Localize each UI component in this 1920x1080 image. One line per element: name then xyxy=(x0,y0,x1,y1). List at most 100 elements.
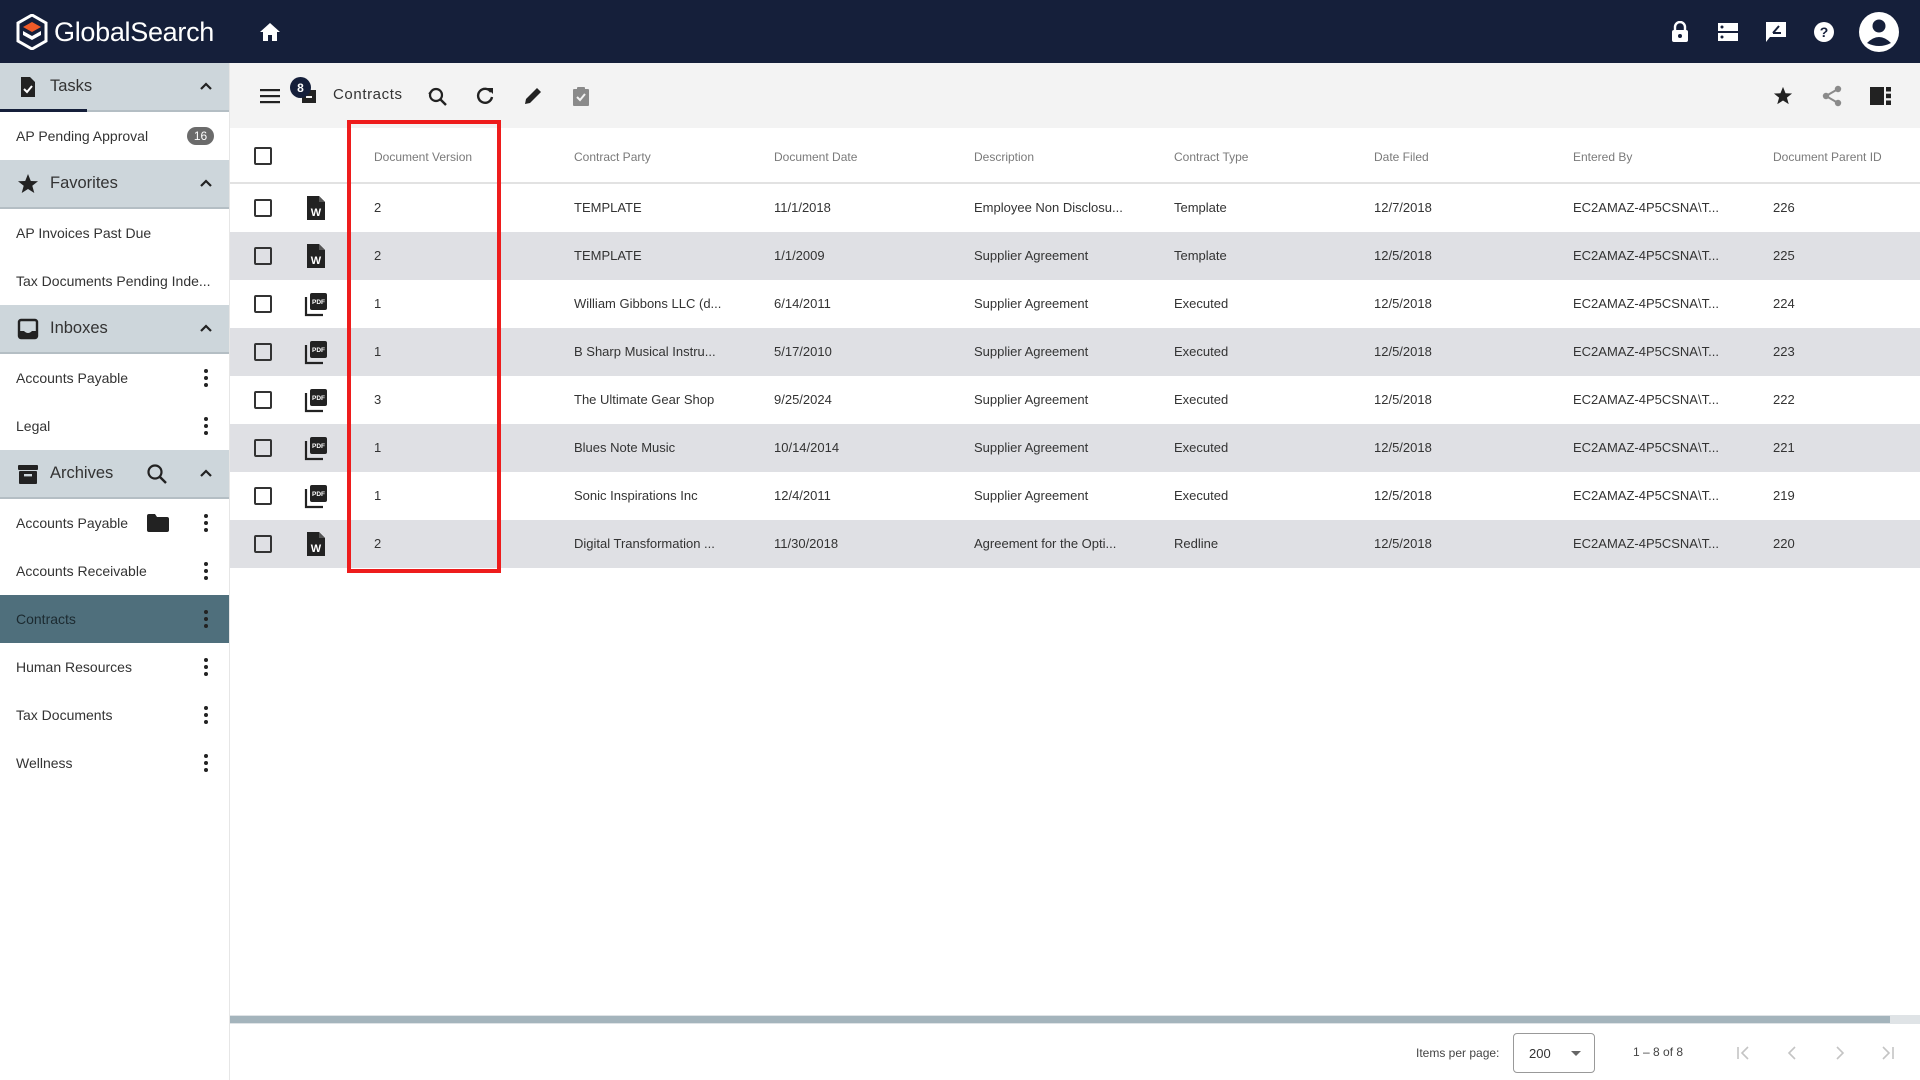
favorite-star-icon[interactable] xyxy=(1771,84,1795,108)
table-body: W 2 TEMPLATE 11/1/2018 Employee Non Disclosu… xyxy=(230,184,1920,568)
approve-icon[interactable] xyxy=(569,84,593,108)
more-vert-icon[interactable] xyxy=(197,512,215,534)
more-vert-icon[interactable] xyxy=(197,608,215,630)
sidebar-item-archive-human-resources[interactable]: Human Resources xyxy=(0,643,229,691)
sidebar-item-ap-pending-approval[interactable]: AP Pending Approval 16 xyxy=(0,112,229,160)
column-header-document-date[interactable]: Document Date xyxy=(774,150,857,164)
sidebar-item-inbox-legal[interactable]: Legal xyxy=(0,402,229,450)
edit-icon[interactable] xyxy=(521,84,545,108)
sidebar-item-archive-tax-documents[interactable]: Tax Documents xyxy=(0,691,229,739)
sidebar-section-inboxes[interactable]: Inboxes xyxy=(0,305,229,354)
account-icon[interactable] xyxy=(1858,11,1900,53)
app-title: GlobalSearch xyxy=(54,16,214,47)
sidebar-item-archive-wellness[interactable]: Wellness xyxy=(0,739,229,787)
pdf-file-icon[interactable]: PDF xyxy=(304,435,328,461)
app-logo[interactable]: GlobalSearch xyxy=(16,12,214,52)
horizontal-scrollbar[interactable] xyxy=(230,1015,1920,1024)
sidebar-item-tax-documents-pending[interactable]: Tax Documents Pending Inde... xyxy=(0,257,229,305)
search-icon[interactable] xyxy=(146,463,168,485)
home-icon[interactable] xyxy=(256,18,284,46)
sidebar-section-archives[interactable]: Archives xyxy=(0,450,229,499)
last-page-icon[interactable] xyxy=(1877,1042,1899,1064)
sidebar-item-label: Accounts Payable xyxy=(16,515,129,531)
select-all-checkbox[interactable] xyxy=(254,147,272,165)
column-header-description[interactable]: Description xyxy=(974,150,1034,164)
column-header-contract-party[interactable]: Contract Party xyxy=(574,150,651,164)
cell-contract-type: Executed xyxy=(1174,344,1229,359)
row-checkbox[interactable] xyxy=(254,439,272,457)
cell-date-filed: 12/5/2018 xyxy=(1374,296,1432,311)
table-row[interactable]: W 2 TEMPLATE 11/1/2018 Employee Non Disclosu… xyxy=(230,184,1920,232)
word-file-icon[interactable]: W xyxy=(304,195,328,221)
more-vert-icon[interactable] xyxy=(197,560,215,582)
folder-icon[interactable] xyxy=(147,514,169,532)
items-per-page-select[interactable]: 200 xyxy=(1513,1033,1595,1073)
top-app-bar: GlobalSearch ? xyxy=(0,0,1920,63)
task-icon xyxy=(21,77,35,97)
globalsearch-logo-icon xyxy=(16,14,48,50)
sidebar-section-favorites[interactable]: Favorites xyxy=(0,160,229,209)
table-row[interactable]: PDF 1 B Sharp Musical Instru... 5/17/2010 Su… xyxy=(230,328,1920,376)
sidebar-section-tasks[interactable]: Tasks xyxy=(0,63,229,112)
cell-description: Supplier Agreement xyxy=(974,344,1089,359)
menu-icon[interactable] xyxy=(258,84,282,108)
cell-date-filed: 12/5/2018 xyxy=(1374,248,1432,263)
view-columns-icon[interactable] xyxy=(1869,84,1893,108)
chevron-up-icon[interactable] xyxy=(197,174,215,192)
more-vert-icon[interactable] xyxy=(197,415,215,437)
previous-page-icon[interactable] xyxy=(1781,1042,1803,1064)
scrollbar-thumb[interactable] xyxy=(230,1016,1890,1023)
sidebar-item-archive-accounts-payable[interactable]: Accounts Payable xyxy=(0,499,229,547)
table-row[interactable]: PDF 3 The Ultimate Gear Shop 9/25/2024 Suppl… xyxy=(230,376,1920,424)
help-icon[interactable]: ? xyxy=(1810,18,1838,46)
sidebar-item-archive-accounts-receivable[interactable]: Accounts Receivable xyxy=(0,547,229,595)
table-row[interactable]: PDF 1 Sonic Inspirations Inc 12/4/2011 Suppl… xyxy=(230,472,1920,520)
chevron-up-icon[interactable] xyxy=(197,319,215,337)
feedback-icon[interactable] xyxy=(1762,18,1790,46)
chevron-up-icon[interactable] xyxy=(197,77,215,95)
row-checkbox[interactable] xyxy=(254,247,272,265)
column-header-date-filed[interactable]: Date Filed xyxy=(1374,150,1429,164)
more-vert-icon[interactable] xyxy=(197,656,215,678)
word-file-icon[interactable]: W xyxy=(304,531,328,557)
pdf-file-icon[interactable]: PDF xyxy=(304,483,328,509)
table-row[interactable]: PDF 1 William Gibbons LLC (d... 6/14/2011 Su… xyxy=(230,280,1920,328)
pdf-file-icon[interactable]: PDF xyxy=(304,291,328,317)
page-range-label: 1 – 8 of 8 xyxy=(1633,1045,1684,1059)
sidebar-item-archive-contracts[interactable]: Contracts xyxy=(0,595,229,643)
sidebar-item-ap-invoices-past-due[interactable]: AP Invoices Past Due xyxy=(0,209,229,257)
row-checkbox[interactable] xyxy=(254,487,272,505)
table-row[interactable]: PDF 1 Blues Note Music 10/14/2014 Supplier A… xyxy=(230,424,1920,472)
server-icon[interactable] xyxy=(1714,18,1742,46)
row-checkbox[interactable] xyxy=(254,343,272,361)
chevron-up-icon[interactable] xyxy=(197,464,215,482)
column-header-contract-type[interactable]: Contract Type xyxy=(1174,150,1248,164)
row-checkbox[interactable] xyxy=(254,199,272,217)
more-vert-icon[interactable] xyxy=(197,752,215,774)
cell-document-parent-id: 219 xyxy=(1773,488,1795,503)
cell-contract-party: William Gibbons LLC (d... xyxy=(574,296,722,311)
share-icon[interactable] xyxy=(1820,84,1844,108)
svg-text:W: W xyxy=(311,207,322,219)
refresh-icon[interactable] xyxy=(473,84,497,108)
column-header-document-version[interactable]: Document Version xyxy=(374,150,472,164)
more-vert-icon[interactable] xyxy=(197,704,215,726)
pdf-file-icon[interactable]: PDF xyxy=(304,339,328,365)
pdf-file-icon[interactable]: PDF xyxy=(304,387,328,413)
search-refresh-icon[interactable] xyxy=(425,84,449,108)
row-checkbox[interactable] xyxy=(254,391,272,409)
next-page-icon[interactable] xyxy=(1829,1042,1851,1064)
sidebar-item-inbox-accounts-payable[interactable]: Accounts Payable xyxy=(0,354,229,402)
cell-description: Supplier Agreement xyxy=(974,392,1089,407)
column-header-entered-by[interactable]: Entered By xyxy=(1573,150,1632,164)
table-row[interactable]: W 2 Digital Transformation ... 11/30/2018 Ag… xyxy=(230,520,1920,568)
lock-icon[interactable] xyxy=(1666,18,1694,46)
more-vert-icon[interactable] xyxy=(197,367,215,389)
column-header-document-parent-id[interactable]: Document Parent ID xyxy=(1773,150,1882,164)
cell-document-version: 2 xyxy=(374,536,382,551)
word-file-icon[interactable]: W xyxy=(304,243,328,269)
row-checkbox[interactable] xyxy=(254,295,272,313)
row-checkbox[interactable] xyxy=(254,535,272,553)
first-page-icon[interactable] xyxy=(1732,1042,1754,1064)
table-row[interactable]: W 2 TEMPLATE 1/1/2009 Supplier Agreement Temp… xyxy=(230,232,1920,280)
